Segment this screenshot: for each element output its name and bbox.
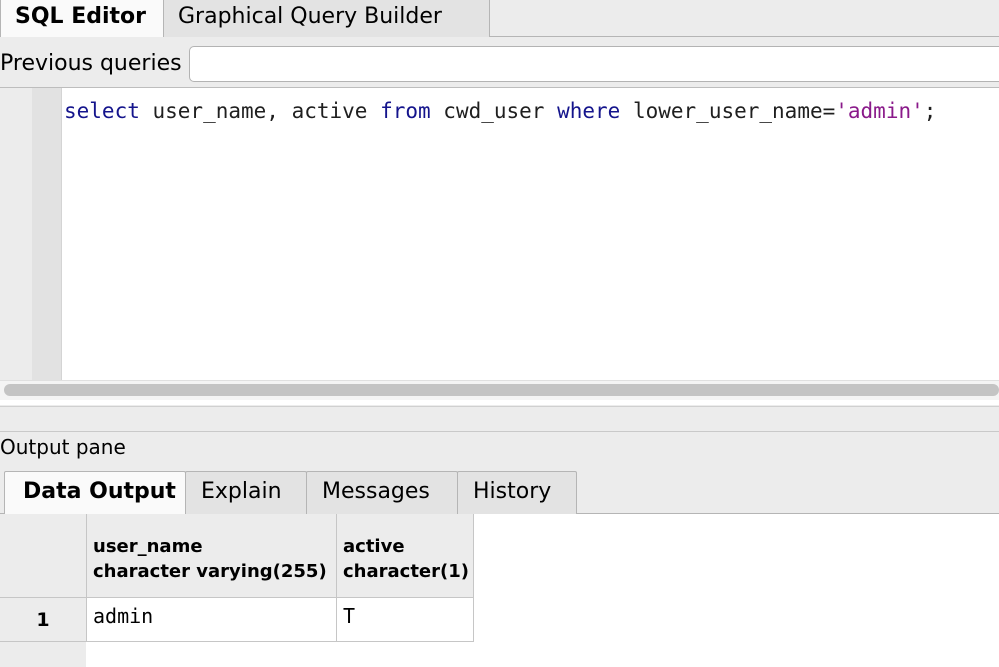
sql-keyword: where [557, 99, 621, 123]
pgadmin-query-window: SQL Editor Graphical Query Builder Previ… [0, 0, 999, 667]
column-header-user-name[interactable]: user_name character varying(255) [87, 514, 337, 598]
column-type: character varying(255) [93, 561, 327, 582]
tab-graphical-query-builder[interactable]: Graphical Query Builder [164, 0, 490, 37]
editor-line-gutter [32, 88, 62, 380]
sql-text: lower_user_name= [620, 99, 836, 123]
table-cell-user-name[interactable]: admin [87, 598, 337, 642]
tab-explain[interactable]: Explain [185, 471, 307, 514]
sql-text: ; [923, 99, 937, 123]
previous-queries-label: Previous queries [0, 51, 182, 76]
editor-margin [0, 88, 32, 380]
sql-code-line[interactable]: select user_name, active from cwd_user w… [64, 98, 936, 124]
tab-history[interactable]: History [457, 471, 577, 514]
tab-messages[interactable]: Messages [306, 471, 458, 514]
sql-editor[interactable]: select user_name, active from cwd_user w… [0, 87, 999, 405]
row-number[interactable]: 1 [0, 598, 87, 642]
editor-tab-bar: SQL Editor Graphical Query Builder [0, 0, 999, 38]
column-name: active [343, 536, 405, 557]
sql-keyword: from [380, 99, 431, 123]
grid-corner[interactable] [0, 514, 87, 598]
data-output-grid: user_name character varying(255) active … [0, 514, 999, 667]
tab-data-output[interactable]: Data Output [4, 471, 186, 515]
editor-scrollbar-thumb[interactable] [4, 384, 999, 396]
table-cell-active[interactable]: T [337, 598, 474, 642]
sql-string: 'admin' [835, 99, 924, 123]
tab-sql-editor[interactable]: SQL Editor [0, 0, 164, 38]
column-name: user_name [93, 536, 203, 557]
sql-keyword: select [64, 99, 140, 123]
previous-queries-dropdown[interactable] [189, 46, 999, 82]
sql-text: user_name, active [139, 99, 381, 123]
output-pane-title: Output pane [0, 435, 126, 459]
sql-text: cwd_user [430, 99, 558, 123]
output-tab-bar: Data Output Explain Messages History [0, 470, 999, 515]
previous-queries-row: Previous queries [0, 37, 999, 87]
column-type: character(1) [343, 561, 469, 582]
column-header-active[interactable]: active character(1) [337, 514, 474, 598]
pane-splitter[interactable] [0, 405, 999, 432]
